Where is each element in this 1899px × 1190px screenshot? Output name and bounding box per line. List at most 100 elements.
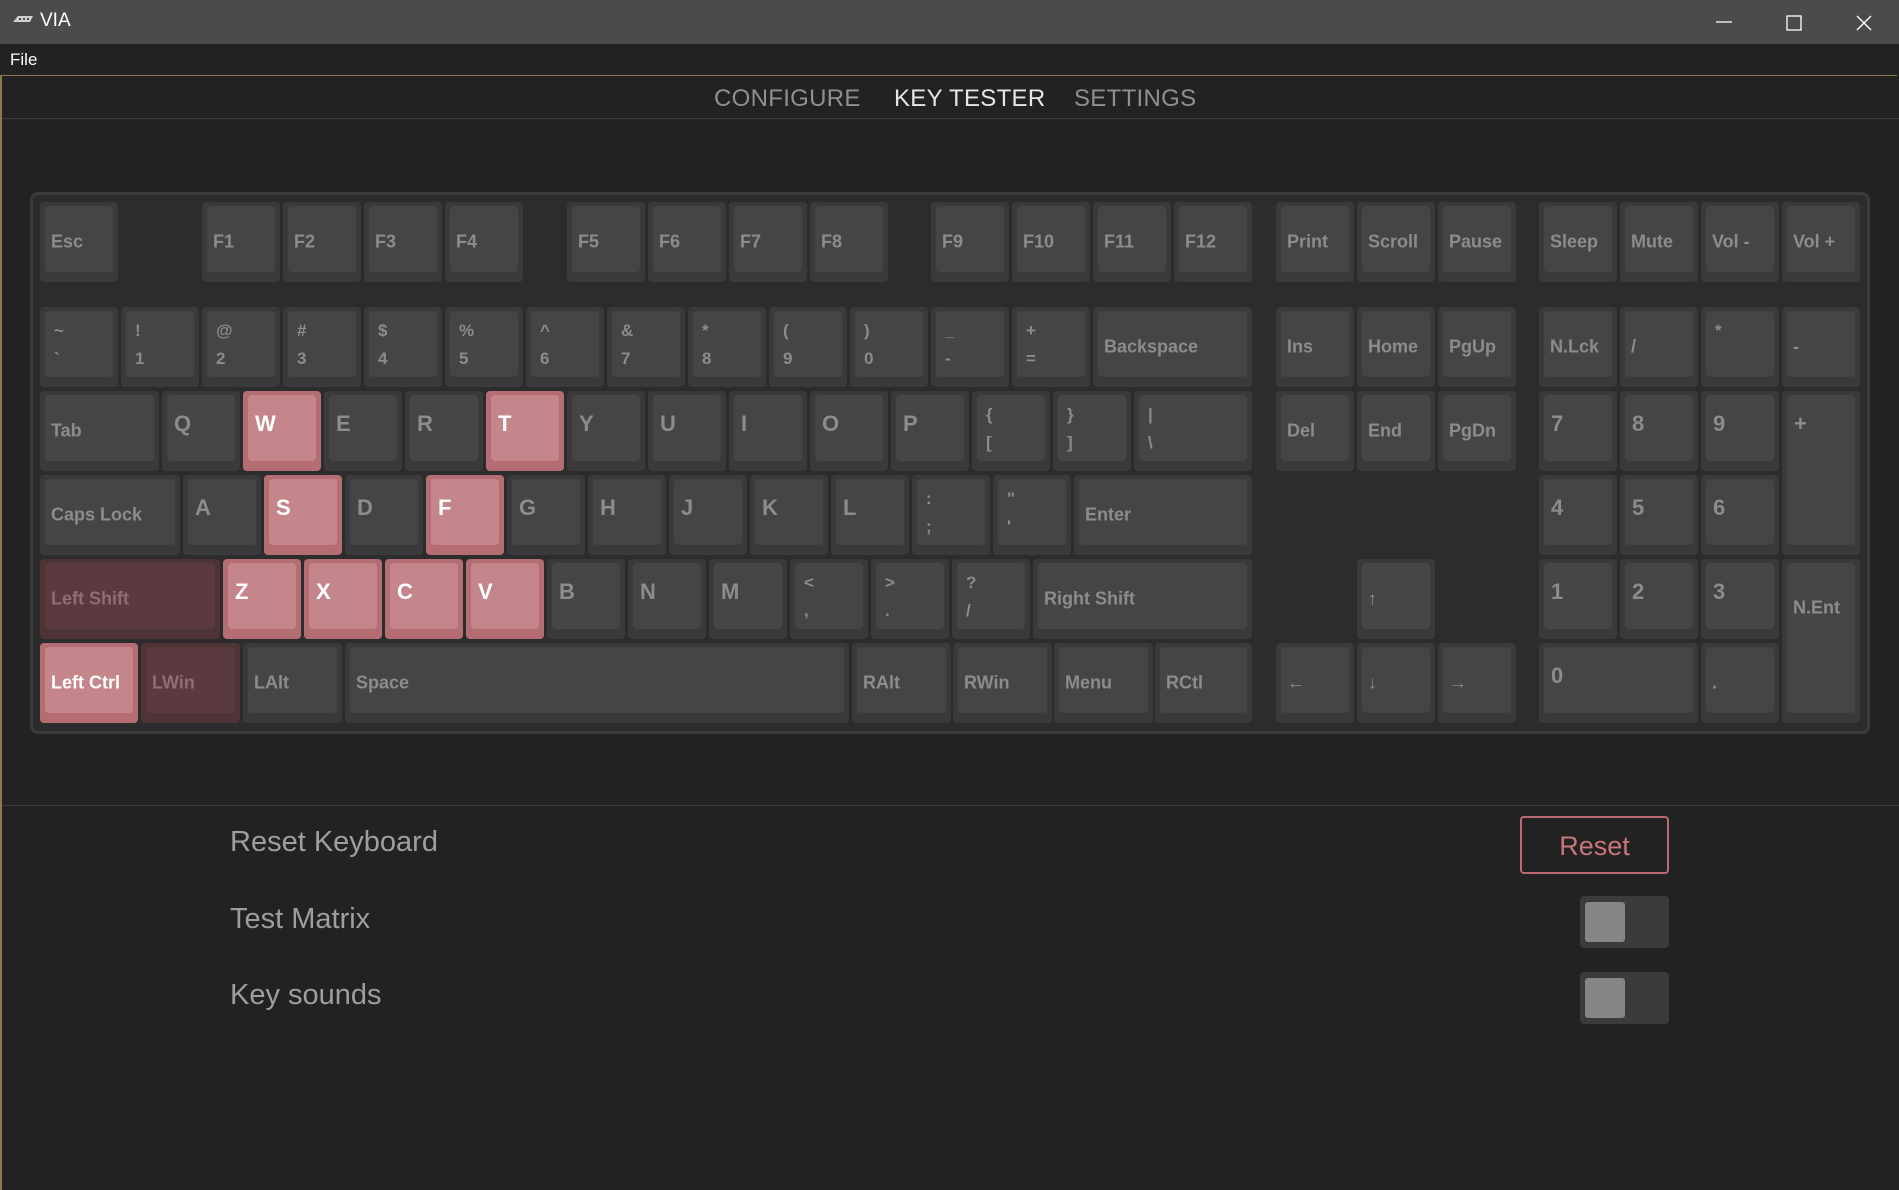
key-backspace: Backspace	[1093, 307, 1252, 387]
key-kp-4: 4	[1539, 475, 1617, 555]
key-v: V	[466, 559, 544, 639]
minimize-button[interactable]	[1690, 0, 1760, 44]
key-kp-dot: .	[1701, 643, 1779, 723]
key-backslash: | \	[1134, 391, 1252, 471]
key-left-shift: Left Shift	[40, 559, 220, 639]
key-minus: _ -	[931, 307, 1009, 387]
key-0: ) 0	[850, 307, 928, 387]
key-lwin: LWin	[141, 643, 240, 723]
key-pgup: PgUp	[1438, 307, 1516, 387]
key-lbracket: {[	[972, 391, 1050, 471]
key-f6: F6	[648, 202, 726, 282]
key-kp-5: 5	[1620, 475, 1698, 555]
key-kp-1: 1	[1539, 559, 1617, 639]
key-e: E	[324, 391, 402, 471]
key-pgdn: PgDn	[1438, 391, 1516, 471]
key-sounds-toggle[interactable]	[1580, 972, 1669, 1024]
key-kp-star: *	[1701, 307, 1779, 387]
key-kp-0: 0	[1539, 643, 1698, 723]
key-8: * 8	[688, 307, 766, 387]
key-semicolon: :;	[912, 475, 990, 555]
key-3: #3	[283, 307, 361, 387]
key-pause: Pause	[1438, 202, 1516, 282]
key-q: Q	[162, 391, 240, 471]
key-arrow-right: →	[1438, 643, 1516, 723]
key-f1: F1	[202, 202, 280, 282]
key-r: R	[405, 391, 483, 471]
key-right-shift: Right Shift	[1033, 559, 1252, 639]
key-b: B	[547, 559, 625, 639]
key-sleep: Sleep	[1539, 202, 1617, 282]
key-kp-9: 9	[1701, 391, 1779, 471]
key-vol-down: Vol -	[1701, 202, 1779, 282]
key-equals: + =	[1012, 307, 1090, 387]
key-space: Space	[345, 643, 849, 723]
key-sounds-label: Key sounds	[230, 979, 382, 1011]
key-rbracket: }]	[1053, 391, 1131, 471]
key-d: D	[345, 475, 423, 555]
key-quote: " '	[993, 475, 1071, 555]
tab-configure[interactable]: CONFIGURE	[714, 85, 861, 113]
reset-keyboard-label: Reset Keyboard	[230, 826, 438, 858]
key-f2: F2	[283, 202, 361, 282]
tab-key-tester[interactable]: KEY TESTER	[894, 85, 1046, 113]
key-arrow-down: ↓	[1357, 643, 1435, 723]
key-period: >.	[871, 559, 949, 639]
key-kp-6: 6	[1701, 475, 1779, 555]
key-w: W	[243, 391, 321, 471]
key-rctl: RCtl	[1155, 643, 1252, 723]
key-g: G	[507, 475, 585, 555]
key-p: P	[891, 391, 969, 471]
key-f9: F9	[931, 202, 1009, 282]
key-menu: Menu	[1054, 643, 1153, 723]
key-kp-slash: /	[1620, 307, 1698, 387]
key-home: Home	[1357, 307, 1435, 387]
key-rwin: RWin	[953, 643, 1052, 723]
key-mute: Mute	[1620, 202, 1698, 282]
key-comma: <,	[790, 559, 868, 639]
key-f10: F10	[1012, 202, 1090, 282]
key-o: O	[810, 391, 888, 471]
tab-bar: CONFIGURE KEY TESTER SETTINGS	[2, 76, 1899, 119]
key-z: Z	[223, 559, 301, 639]
key-arrow-up: ↑	[1357, 559, 1435, 639]
key-2: @2	[202, 307, 280, 387]
close-icon	[1856, 15, 1872, 31]
key-kp-enter: N.Ent	[1782, 559, 1860, 723]
key-f12: F12	[1174, 202, 1252, 282]
key-i: I	[729, 391, 807, 471]
key-6: ^ 6	[526, 307, 604, 387]
key-f: F	[426, 475, 504, 555]
close-button[interactable]	[1830, 0, 1899, 44]
key-f3: F3	[364, 202, 442, 282]
test-matrix-label: Test Matrix	[230, 903, 371, 935]
key-9: (9	[769, 307, 847, 387]
keyboard: Esc F1 F2 F3 F4 F5 F6 F7 F8 F9 F10 F11 F…	[30, 192, 1870, 734]
key-h: H	[588, 475, 666, 555]
key-lalt: LAlt	[243, 643, 342, 723]
key-arrow-left: ←	[1276, 643, 1354, 723]
key-c: C	[385, 559, 463, 639]
key-tab: Tab	[40, 391, 159, 471]
minimize-icon	[1716, 21, 1732, 23]
key-del: Del	[1276, 391, 1354, 471]
key-kp-2: 2	[1620, 559, 1698, 639]
key-ralt: RAlt	[852, 643, 951, 723]
menu-file[interactable]: File	[10, 50, 37, 70]
key-1: ! 1	[121, 307, 199, 387]
key-s: S	[264, 475, 342, 555]
key-4: $4	[364, 307, 442, 387]
key-vol-up: Vol +	[1782, 202, 1860, 282]
key-slash: ? /	[952, 559, 1030, 639]
key-k: K	[750, 475, 828, 555]
key-f4: F4	[445, 202, 523, 282]
key-m: M	[709, 559, 787, 639]
key-f11: F11	[1093, 202, 1171, 282]
reset-button[interactable]: Reset	[1520, 816, 1669, 874]
key-tilde: ~ `	[40, 307, 118, 387]
key-y: Y	[567, 391, 645, 471]
maximize-icon	[1786, 15, 1802, 31]
tab-settings[interactable]: SETTINGS	[1074, 85, 1196, 113]
maximize-button[interactable]	[1760, 0, 1830, 44]
test-matrix-toggle[interactable]	[1580, 896, 1669, 948]
